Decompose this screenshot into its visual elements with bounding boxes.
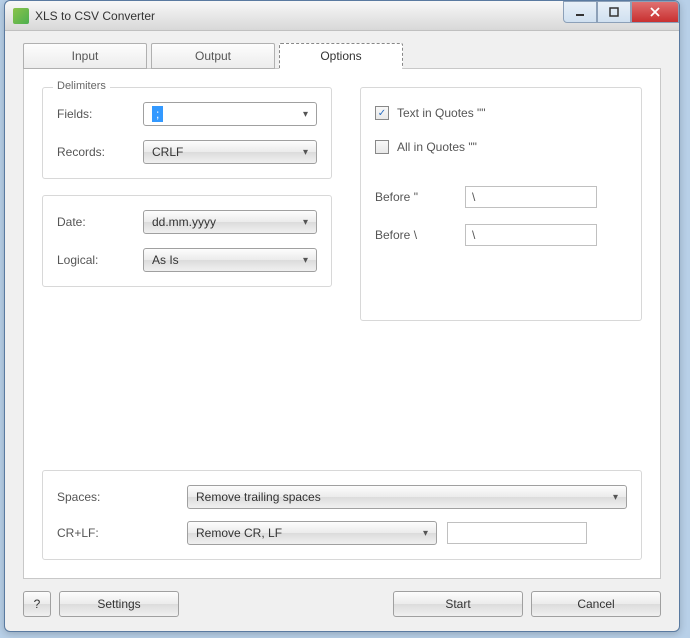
before-backslash-input[interactable]: \ (465, 224, 597, 246)
format-group: Date: dd.mm.yyyy Logical: As Is (42, 195, 332, 287)
records-row: Records: CRLF (57, 140, 317, 164)
records-value: CRLF (152, 145, 183, 159)
window-controls (563, 1, 679, 23)
before-quote-row: Before " \ (375, 186, 627, 208)
tab-strip: Input Output Options (23, 43, 661, 69)
crlf-label: CR+LF: (57, 526, 187, 540)
crlf-value: Remove CR, LF (196, 526, 282, 540)
fields-row: Fields: ; (57, 102, 317, 126)
maximize-icon (609, 7, 619, 17)
minimize-button[interactable] (563, 1, 597, 23)
upper-row: Delimiters Fields: ; Records: CRLF (42, 87, 642, 321)
tab-output[interactable]: Output (151, 43, 275, 69)
minimize-icon (575, 7, 585, 17)
before-quote-label: Before " (375, 190, 465, 204)
cancel-button[interactable]: Cancel (531, 591, 661, 617)
quotes-group: ✓ Text in Quotes "" All in Quotes "" Bef… (360, 87, 642, 321)
crlf-dropdown[interactable]: Remove CR, LF (187, 521, 437, 545)
window-title: XLS to CSV Converter (35, 9, 155, 23)
titlebar[interactable]: XLS to CSV Converter (5, 1, 679, 31)
footer-buttons: ? Settings Start Cancel (23, 579, 661, 617)
spaces-dropdown[interactable]: Remove trailing spaces (187, 485, 627, 509)
date-row: Date: dd.mm.yyyy (57, 210, 317, 234)
fields-label: Fields: (57, 107, 143, 121)
spaces-value: Remove trailing spaces (196, 490, 321, 504)
all-in-quotes-label: All in Quotes "" (397, 140, 477, 154)
logical-label: Logical: (57, 253, 143, 267)
fields-value: ; (152, 106, 163, 122)
before-quote-input[interactable]: \ (465, 186, 597, 208)
tab-options[interactable]: Options (279, 43, 403, 69)
left-column: Delimiters Fields: ; Records: CRLF (42, 87, 332, 321)
logical-value: As Is (152, 253, 179, 267)
text-in-quotes-checkbox[interactable]: ✓ (375, 106, 389, 120)
maximize-button[interactable] (597, 1, 631, 23)
app-window: XLS to CSV Converter Input Output Option… (4, 0, 680, 632)
spaces-label: Spaces: (57, 490, 187, 504)
records-label: Records: (57, 145, 143, 159)
delimiters-legend: Delimiters (53, 80, 110, 92)
date-dropdown[interactable]: dd.mm.yyyy (143, 210, 317, 234)
cleanup-group: Spaces: Remove trailing spaces CR+LF: Re… (42, 470, 642, 560)
right-column: ✓ Text in Quotes "" All in Quotes "" Bef… (360, 87, 642, 321)
before-backslash-row: Before \ \ (375, 224, 627, 246)
options-panel: Delimiters Fields: ; Records: CRLF (23, 68, 661, 579)
crlf-extra-input[interactable] (447, 522, 587, 544)
text-in-quotes-row: ✓ Text in Quotes "" (375, 102, 627, 120)
app-icon (13, 8, 29, 24)
records-dropdown[interactable]: CRLF (143, 140, 317, 164)
delimiters-group: Delimiters Fields: ; Records: CRLF (42, 87, 332, 179)
before-backslash-label: Before \ (375, 228, 465, 242)
start-button[interactable]: Start (393, 591, 523, 617)
all-in-quotes-row: All in Quotes "" (375, 136, 627, 154)
crlf-row: CR+LF: Remove CR, LF (57, 521, 627, 545)
close-icon (650, 7, 660, 17)
text-in-quotes-label: Text in Quotes "" (397, 106, 486, 120)
date-label: Date: (57, 215, 143, 229)
logical-dropdown[interactable]: As Is (143, 248, 317, 272)
spaces-row: Spaces: Remove trailing spaces (57, 485, 627, 509)
content-area: Input Output Options Delimiters Fields: … (5, 31, 679, 631)
help-button[interactable]: ? (23, 591, 51, 617)
date-value: dd.mm.yyyy (152, 215, 216, 229)
tab-input[interactable]: Input (23, 43, 147, 69)
settings-button[interactable]: Settings (59, 591, 179, 617)
fields-dropdown[interactable]: ; (143, 102, 317, 126)
close-button[interactable] (631, 1, 679, 23)
all-in-quotes-checkbox[interactable] (375, 140, 389, 154)
logical-row: Logical: As Is (57, 248, 317, 272)
